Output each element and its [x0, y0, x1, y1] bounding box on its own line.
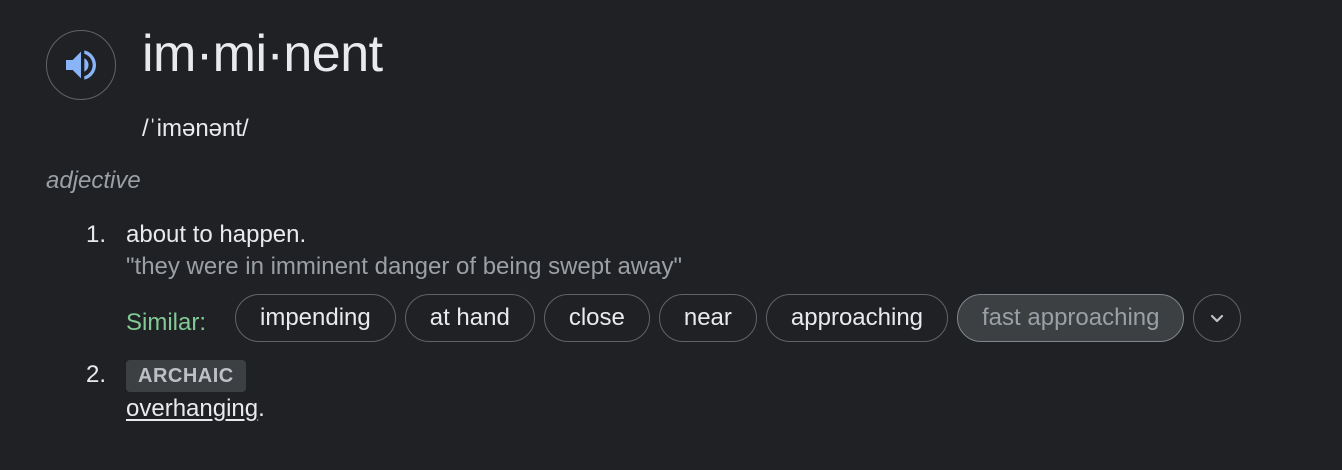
similar-label: Similar: [126, 309, 207, 336]
definition: about to happen. [126, 221, 307, 248]
definition-punctuation: . [258, 395, 265, 422]
example-sentence: "they were in imminent danger of being s… [126, 253, 682, 280]
sense-number: 1. [86, 221, 107, 248]
headword: im·mi·nent [142, 25, 383, 83]
similar-chip-impending[interactable]: impending [235, 294, 396, 342]
similar-chip-approaching[interactable]: approaching [765, 294, 949, 342]
similar-chip-near[interactable]: near [658, 294, 757, 342]
phonetic-spelling: /ˈimənənt/ [142, 115, 249, 142]
similar-words-list: impending at hand close near approaching… [235, 294, 1242, 342]
definition: overhanging. [126, 394, 265, 424]
chevron-down-icon [1211, 314, 1224, 323]
similar-chip-at-hand[interactable]: at hand [404, 294, 535, 342]
sense-number: 2. [86, 361, 107, 388]
similar-chip-close[interactable]: close [543, 294, 650, 342]
speaker-icon [66, 50, 96, 80]
definition-link[interactable]: overhanging [126, 395, 258, 422]
pronounce-button[interactable] [46, 30, 116, 100]
expand-similar-button[interactable] [1193, 294, 1242, 342]
register-label: ARCHAIC [126, 360, 246, 392]
similar-chip-fast-approaching[interactable]: fast approaching [957, 294, 1185, 342]
part-of-speech: adjective [46, 167, 141, 194]
